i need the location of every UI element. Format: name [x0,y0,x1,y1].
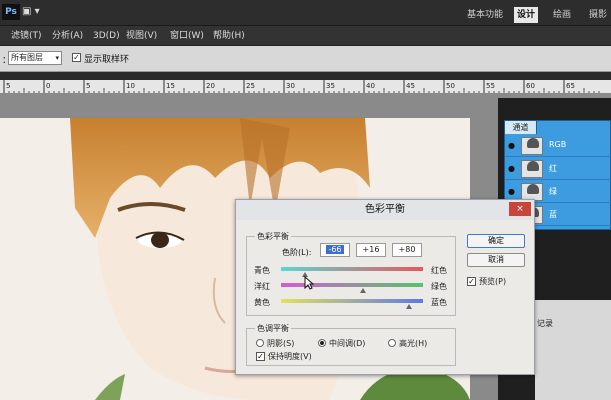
ruler-label: 45 [406,82,415,90]
workspace-painting[interactable]: 绘画 [550,7,574,23]
ruler-label: 35 [326,82,335,90]
ruler-label: 5 [6,82,10,90]
eye-icon[interactable]: ● [508,187,518,197]
level-input-magenta-green[interactable]: +16 [356,243,386,257]
photoshop-logo: Ps [2,4,20,20]
workspace-photography[interactable]: 摄影 [586,7,610,23]
slider-right-label-blue: 蓝色 [431,298,447,307]
midtones-radio[interactable] [318,339,326,347]
color-balance-dialog: 色彩平衡 × 色彩平衡 色阶(L): -66 +16 +80 青色 红色 洋红 … [235,199,535,375]
sample-layers-value: 所有图层 [11,53,43,62]
preserve-luminosity-label: 保持明度(V) [268,352,312,361]
cyan-red-slider-track[interactable] [281,267,423,271]
history-label: 记录 [537,319,553,328]
slider-left-label-yellow: 黄色 [254,298,270,307]
menu-window[interactable]: 窗口(W) [170,29,204,43]
show-sampling-ring-label: 显示取样环 [84,55,130,65]
close-button[interactable]: × [509,202,531,216]
menu-bar: 滤镜(T) 分析(A) 3D(D) 视图(V) 窗口(W) 帮助(H) [0,26,611,46]
color-balance-group-title: 色彩平衡 [255,231,291,242]
slider-right-label-red: 红色 [431,266,447,275]
ok-button[interactable]: 确定 [467,234,525,248]
magenta-green-slider-track[interactable] [281,283,423,287]
color-balance-group: 色彩平衡 [246,231,456,316]
channel-name: 绿 [549,187,557,196]
ruler-label: 5 [86,82,90,90]
ruler-label: 0 [46,82,50,90]
menu-help[interactable]: 帮助(H) [213,29,245,43]
ruler-label: 65 [566,82,575,90]
levels-label: 色阶(L): [282,248,312,257]
chevron-down-icon: ▾ [55,54,59,62]
eye-icon[interactable]: ● [508,141,518,151]
highlights-radio[interactable] [388,339,396,347]
options-bar: ： 所有图层 ▾ ✓ 显示取样环 [0,46,611,72]
preview-checkbox[interactable]: ✓ [467,277,476,286]
ruler-label: 40 [366,82,375,90]
channel-thumbnail [521,160,543,178]
channel-row-rgb[interactable]: ● RGB [505,135,611,157]
slider-left-label-magenta: 洋红 [254,282,270,291]
ruler-label: 20 [206,82,215,90]
shadows-radio[interactable] [256,339,264,347]
ruler-label: 10 [126,82,135,90]
ruler-ticks: 5 0 5 10 15 20 25 30 35 40 45 50 55 60 65 [3,80,600,93]
workspace-basic[interactable]: 基本功能 [464,7,506,23]
eye-icon[interactable]: ● [508,164,518,174]
channels-tab[interactable]: 通道 [505,121,537,134]
channel-thumbnail [521,137,543,155]
application-bar: Ps ▣ ▾ 基本功能 设计 绘画 摄影 [0,0,611,26]
ruler-label: 25 [246,82,255,90]
channel-row-red[interactable]: ● 红 [505,158,611,180]
horizontal-ruler: 5 0 5 10 15 20 25 30 35 40 45 50 55 60 65 [0,80,611,94]
level-input-cyan-red[interactable]: -66 [320,243,350,257]
slider-left-label-cyan: 青色 [254,266,270,275]
level-input-yellow-blue[interactable]: +80 [392,243,422,257]
dialog-title: 色彩平衡 [236,200,534,220]
midtones-label: 中间调(D) [329,339,366,348]
level-value: -66 [326,245,344,254]
ruler-label: 55 [486,82,495,90]
workspace-design[interactable]: 设计 [514,7,539,23]
cancel-button[interactable]: 取消 [467,253,525,267]
ruler-label: 50 [446,82,455,90]
menu-analysis[interactable]: 分析(A) [52,29,83,43]
tool-preset-dropdown[interactable]: ▣ ▾ [22,6,46,20]
history-panel: 记录 [535,300,611,400]
preview-label: 预览(P) [479,277,507,286]
channel-name: 红 [549,164,557,173]
channel-name: 蓝 [549,210,557,219]
channel-name: RGB [549,140,567,149]
ruler-label: 15 [166,82,175,90]
menu-3d[interactable]: 3D(D) [93,29,120,43]
highlights-label: 高光(H) [399,339,428,348]
sample-layers-select[interactable]: 所有图层 ▾ [8,51,62,65]
menu-filter[interactable]: 滤镜(T) [11,29,42,43]
yellow-blue-slider-track[interactable] [281,299,423,303]
yellow-blue-slider-thumb[interactable] [405,304,412,309]
ruler-label: 60 [526,82,535,90]
slider-right-label-green: 绿色 [431,282,447,291]
shadows-label: 阴影(S) [267,339,295,348]
menu-view[interactable]: 视图(V) [126,29,157,43]
mouse-pointer-icon [304,276,314,290]
preserve-luminosity-checkbox[interactable]: ✓ [256,352,265,361]
ruler-label: 30 [286,82,295,90]
show-sampling-ring-checkbox[interactable]: ✓ [72,53,81,62]
magenta-green-slider-thumb[interactable] [360,288,367,293]
tone-balance-group-title: 色调平衡 [255,323,291,334]
